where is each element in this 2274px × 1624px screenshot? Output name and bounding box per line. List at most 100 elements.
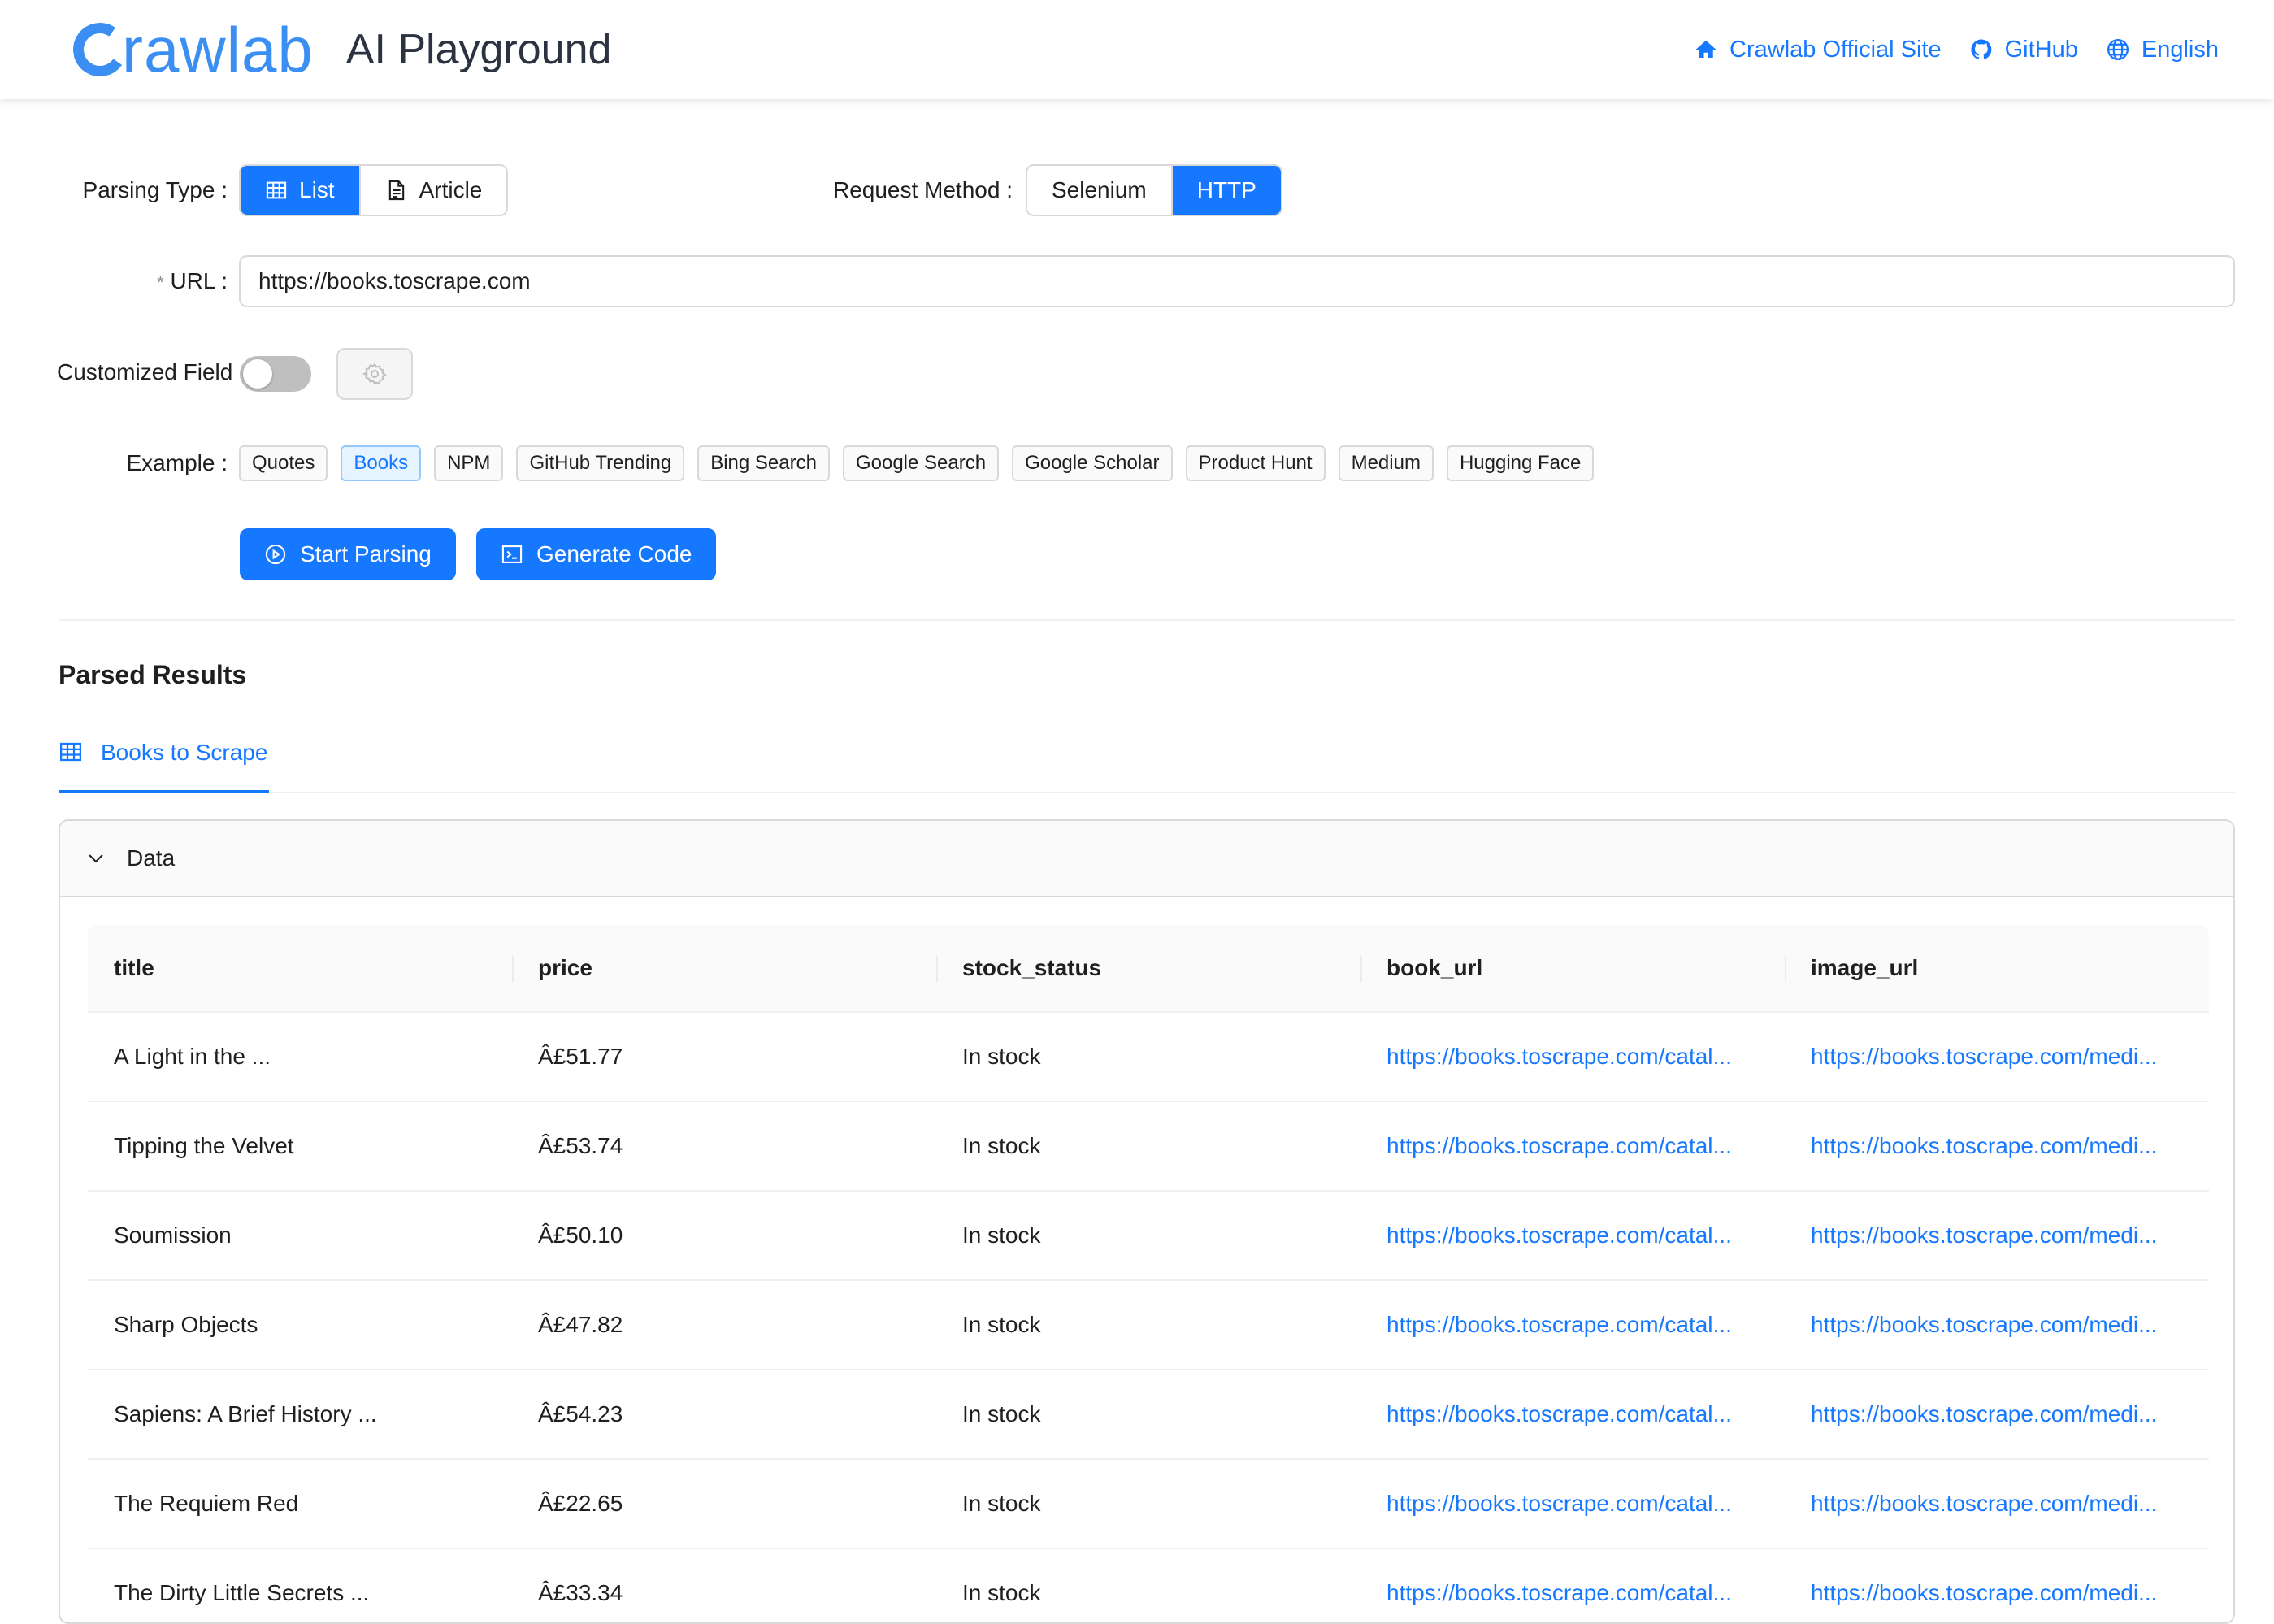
table-row: Tipping the Velvet Â£53.74 In stock http… <box>88 1102 2209 1192</box>
cell-image-url-link[interactable]: https://books.toscrape.com/medi... <box>1785 1133 2209 1159</box>
cell-book-url-link[interactable]: https://books.toscrape.com/catal... <box>1360 1133 1785 1159</box>
cell-price: Â£51.77 <box>538 1044 623 1069</box>
cell-price: Â£50.10 <box>538 1222 623 1248</box>
cell-title: Sharp Objects <box>114 1312 258 1337</box>
cell-image-url-link[interactable]: https://books.toscrape.com/medi... <box>1785 1491 2209 1517</box>
example-tag-npm[interactable]: NPM <box>434 445 504 481</box>
list-option-label: List <box>299 177 335 202</box>
customized-field-toggle[interactable] <box>240 356 311 392</box>
table-row: The Dirty Little Secrets ... Â£33.34 In … <box>88 1549 2209 1622</box>
results-tabs: Books to Scrape <box>59 710 2235 793</box>
tab-books-to-scrape[interactable]: Books to Scrape <box>59 740 270 793</box>
cell-book-url-link[interactable]: https://books.toscrape.com/catal... <box>1360 1491 1785 1517</box>
code-terminal-icon <box>501 545 523 563</box>
example-tag-product-hunt[interactable]: Product Hunt <box>1185 445 1326 481</box>
customized-field-settings-button[interactable] <box>336 348 413 400</box>
column-header-book-url[interactable]: book_url <box>1360 925 1785 1011</box>
results-table: title price stock_status book_url image_… <box>88 925 2209 1622</box>
table-row: Sharp Objects Â£47.82 In stock https://b… <box>88 1281 2209 1370</box>
cell-title: Sapiens: A Brief History ... <box>114 1401 377 1426</box>
cell-stock-status: In stock <box>962 1222 1041 1248</box>
document-icon <box>388 180 404 201</box>
cell-price: Â£47.82 <box>538 1312 623 1337</box>
request-method-label: Request Method : <box>832 177 1013 202</box>
cell-book-url-link[interactable]: https://books.toscrape.com/catal... <box>1360 1580 1785 1606</box>
app-header: rawlab AI Playground Crawlab Official Si… <box>0 0 2274 99</box>
chevron-down-icon <box>89 854 103 863</box>
table-icon <box>266 181 287 199</box>
data-collapse-panel: Data title price stock_status book_url i… <box>59 819 2235 1624</box>
example-label: Example : <box>126 450 228 475</box>
table-icon <box>60 742 81 762</box>
example-tag-quotes[interactable]: Quotes <box>239 445 328 481</box>
cell-price: Â£53.74 <box>538 1133 623 1158</box>
header-links: Crawlab Official Site GitHub English <box>1694 37 2219 63</box>
request-method-http-option[interactable]: HTTP <box>1172 166 1281 215</box>
example-tags: Quotes Books NPM GitHub Trending Bing Se… <box>239 445 1595 481</box>
column-header-title[interactable]: title <box>88 925 512 1011</box>
play-circle-icon <box>265 544 286 565</box>
request-method-selenium-option[interactable]: Selenium <box>1027 166 1173 215</box>
official-site-link[interactable]: Crawlab Official Site <box>1694 37 1942 63</box>
cell-image-url-link[interactable]: https://books.toscrape.com/medi... <box>1785 1580 2209 1606</box>
tab-label: Books to Scrape <box>101 740 268 765</box>
column-header-price[interactable]: price <box>512 925 936 1011</box>
github-label: GitHub <box>2004 36 2078 63</box>
cell-stock-status: In stock <box>962 1044 1041 1069</box>
table-row: A Light in the ... Â£51.77 In stock http… <box>88 1013 2209 1102</box>
cell-book-url-link[interactable]: https://books.toscrape.com/catal... <box>1360 1044 1785 1070</box>
table-row: Sapiens: A Brief History ... Â£54.23 In … <box>88 1370 2209 1460</box>
article-option-label: Article <box>419 177 483 202</box>
data-collapse-header[interactable]: Data <box>60 821 2233 897</box>
table-row: Soumission Â£50.10 In stock https://book… <box>88 1192 2209 1281</box>
parsing-type-label: Parsing Type : <box>82 177 228 202</box>
cell-stock-status: In stock <box>962 1580 1041 1605</box>
cell-image-url-link[interactable]: https://books.toscrape.com/medi... <box>1785 1312 2209 1338</box>
column-header-stock-status[interactable]: stock_status <box>936 925 1360 1011</box>
cell-stock-status: In stock <box>962 1312 1041 1337</box>
globe-icon <box>2107 39 2129 60</box>
start-parsing-button[interactable]: Start Parsing <box>240 528 456 580</box>
selenium-option-label: Selenium <box>1052 177 1147 202</box>
example-tag-hugging-face[interactable]: Hugging Face <box>1446 445 1595 481</box>
column-header-image-url[interactable]: image_url <box>1785 925 2209 1011</box>
cell-image-url-link[interactable]: https://books.toscrape.com/medi... <box>1785 1222 2209 1248</box>
parsed-results-title: Parsed Results <box>59 660 247 689</box>
parsing-type-article-option[interactable]: Article <box>361 166 507 215</box>
example-tag-medium[interactable]: Medium <box>1338 445 1434 481</box>
app-title: AI Playground <box>345 26 612 73</box>
cell-stock-status: In stock <box>962 1491 1041 1516</box>
official-site-label: Crawlab Official Site <box>1729 36 1942 63</box>
cell-book-url-link[interactable]: https://books.toscrape.com/catal... <box>1360 1312 1785 1338</box>
form-divider <box>59 619 2235 621</box>
cell-book-url-link[interactable]: https://books.toscrape.com/catal... <box>1360 1401 1785 1427</box>
example-tag-google-scholar[interactable]: Google Scholar <box>1012 445 1173 481</box>
generate-code-button[interactable]: Generate Code <box>476 528 717 580</box>
url-input[interactable] <box>239 255 2235 307</box>
table-row: The Requiem Red Â£22.65 In stock https:/… <box>88 1460 2209 1549</box>
example-tag-bing-search[interactable]: Bing Search <box>697 445 830 481</box>
cell-title: Tipping the Velvet <box>114 1133 294 1158</box>
example-tag-books[interactable]: Books <box>341 445 422 481</box>
home-icon <box>1695 40 1716 58</box>
example-tag-github-trending[interactable]: GitHub Trending <box>516 445 685 481</box>
example-tag-google-search[interactable]: Google Search <box>842 445 1000 481</box>
parsing-type-list-option[interactable]: List <box>241 166 361 215</box>
request-method-selector: Selenium HTTP <box>1026 164 1282 216</box>
generate-code-label: Generate Code <box>536 541 692 567</box>
crawlab-logo[interactable]: rawlab <box>68 14 314 85</box>
toggle-knob <box>243 359 272 389</box>
cell-stock-status: In stock <box>962 1133 1041 1158</box>
parsing-type-selector: List Article <box>239 164 509 216</box>
language-switcher[interactable]: English <box>2106 37 2219 63</box>
cell-price: Â£33.34 <box>538 1580 623 1605</box>
cell-title: Soumission <box>114 1222 232 1248</box>
github-link[interactable]: GitHub <box>1969 37 2078 63</box>
language-label: English <box>2141 36 2219 63</box>
cell-book-url-link[interactable]: https://books.toscrape.com/catal... <box>1360 1222 1785 1248</box>
table-header-row: title price stock_status book_url image_… <box>88 925 2209 1013</box>
cell-title: A Light in the ... <box>114 1044 271 1069</box>
cell-image-url-link[interactable]: https://books.toscrape.com/medi... <box>1785 1044 2209 1070</box>
cell-image-url-link[interactable]: https://books.toscrape.com/medi... <box>1785 1401 2209 1427</box>
logo-text: rawlab <box>122 14 314 85</box>
